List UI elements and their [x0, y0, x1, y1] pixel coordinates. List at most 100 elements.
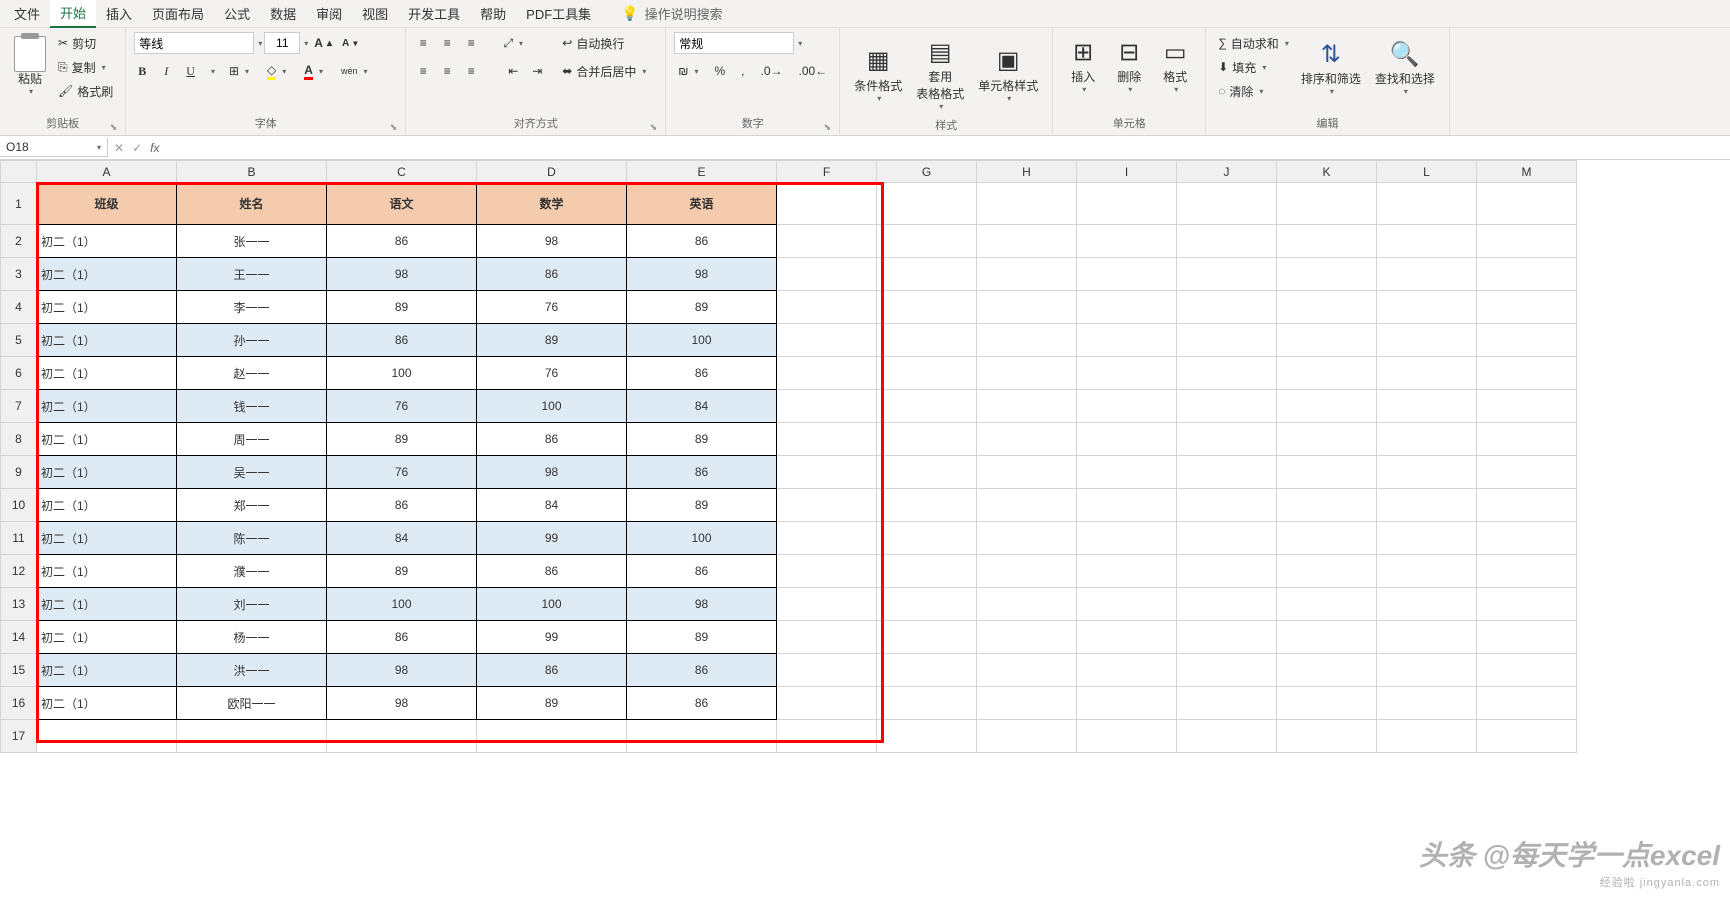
- cell[interactable]: 张一一: [177, 225, 327, 258]
- cell[interactable]: [1377, 621, 1477, 654]
- row-header[interactable]: 5: [1, 324, 37, 357]
- cell[interactable]: [977, 720, 1077, 753]
- cell[interactable]: 100: [627, 324, 777, 357]
- cell[interactable]: [1477, 423, 1577, 456]
- cell[interactable]: 初二（1）: [37, 555, 177, 588]
- cell[interactable]: [877, 225, 977, 258]
- cell[interactable]: 吴一一: [177, 456, 327, 489]
- cell[interactable]: 98: [327, 654, 477, 687]
- cell[interactable]: 初二（1）: [37, 423, 177, 456]
- currency-button[interactable]: ₪▾: [674, 60, 702, 82]
- cell[interactable]: 89: [477, 687, 627, 720]
- cell[interactable]: [777, 456, 877, 489]
- accept-formula-button[interactable]: ✓: [132, 141, 142, 155]
- align-top-button[interactable]: ≡: [414, 32, 432, 54]
- cell[interactable]: 赵一一: [177, 357, 327, 390]
- insert-cells-button[interactable]: ⊞ 插入▾: [1061, 32, 1105, 98]
- cell[interactable]: [1177, 324, 1277, 357]
- cell[interactable]: [477, 720, 627, 753]
- fx-button[interactable]: fx: [150, 141, 159, 155]
- cell[interactable]: [1477, 324, 1577, 357]
- column-header[interactable]: G: [877, 161, 977, 183]
- row-header[interactable]: 13: [1, 588, 37, 621]
- cell[interactable]: [1177, 555, 1277, 588]
- select-all-corner[interactable]: [1, 161, 37, 183]
- bold-button[interactable]: B: [134, 60, 150, 82]
- cell[interactable]: [1477, 687, 1577, 720]
- cell[interactable]: [1077, 183, 1177, 225]
- cell[interactable]: [1477, 588, 1577, 621]
- cell[interactable]: [1477, 522, 1577, 555]
- cell[interactable]: [1077, 687, 1177, 720]
- cell[interactable]: [1177, 183, 1277, 225]
- cell[interactable]: [977, 183, 1077, 225]
- cell[interactable]: [1077, 720, 1177, 753]
- cell[interactable]: 89: [327, 555, 477, 588]
- cut-button[interactable]: ✂剪切: [54, 32, 117, 54]
- cell[interactable]: [877, 357, 977, 390]
- spreadsheet-grid[interactable]: ABCDEFGHIJKLM1班级姓名语文数学英语2初二（1）张一一8698863…: [0, 160, 1577, 753]
- row-header[interactable]: 8: [1, 423, 37, 456]
- cell[interactable]: 刘一一: [177, 588, 327, 621]
- cell[interactable]: 76: [477, 357, 627, 390]
- cell[interactable]: 89: [627, 489, 777, 522]
- cell[interactable]: [877, 720, 977, 753]
- cell[interactable]: [877, 324, 977, 357]
- paste-button[interactable]: 粘贴 ▾: [8, 34, 52, 100]
- tab-home[interactable]: 开始: [50, 0, 96, 28]
- number-format-input[interactable]: [674, 32, 794, 54]
- cell[interactable]: [777, 225, 877, 258]
- fill-button[interactable]: ⬇填充▾: [1214, 56, 1293, 78]
- cell[interactable]: 100: [327, 588, 477, 621]
- cell[interactable]: 86: [477, 423, 627, 456]
- cell[interactable]: [1177, 654, 1277, 687]
- cell[interactable]: [877, 621, 977, 654]
- cell[interactable]: [877, 654, 977, 687]
- percent-button[interactable]: %: [710, 60, 729, 82]
- cell[interactable]: 初二（1）: [37, 687, 177, 720]
- cell[interactable]: [877, 687, 977, 720]
- increase-decimal-button[interactable]: .0→: [756, 60, 786, 82]
- cell[interactable]: 86: [327, 489, 477, 522]
- cell[interactable]: [1177, 357, 1277, 390]
- cell[interactable]: [777, 621, 877, 654]
- cell[interactable]: [977, 522, 1077, 555]
- cell[interactable]: [1277, 291, 1377, 324]
- cell[interactable]: [877, 183, 977, 225]
- cell[interactable]: [877, 555, 977, 588]
- cell[interactable]: [1277, 720, 1377, 753]
- cell[interactable]: [1177, 456, 1277, 489]
- cell[interactable]: 周一一: [177, 423, 327, 456]
- format-cells-button[interactable]: ▭ 格式▾: [1153, 32, 1197, 98]
- tell-me-search[interactable]: 💡 操作说明搜索: [621, 4, 722, 23]
- cell[interactable]: 李一一: [177, 291, 327, 324]
- cell[interactable]: 初二（1）: [37, 390, 177, 423]
- align-right-button[interactable]: ≡: [462, 60, 480, 82]
- column-header[interactable]: I: [1077, 161, 1177, 183]
- cell[interactable]: 王一一: [177, 258, 327, 291]
- cell[interactable]: [1177, 258, 1277, 291]
- align-bottom-button[interactable]: ≡: [462, 32, 480, 54]
- cell[interactable]: 86: [477, 555, 627, 588]
- increase-indent-button[interactable]: ⇥: [528, 60, 546, 82]
- cell[interactable]: [977, 291, 1077, 324]
- cell[interactable]: 初二（1）: [37, 522, 177, 555]
- cell[interactable]: [1377, 390, 1477, 423]
- cell[interactable]: [1477, 489, 1577, 522]
- cell[interactable]: 100: [477, 390, 627, 423]
- cell[interactable]: [977, 687, 1077, 720]
- chevron-down-icon[interactable]: ▾: [211, 67, 215, 76]
- cell[interactable]: [1177, 489, 1277, 522]
- row-header[interactable]: 3: [1, 258, 37, 291]
- pinyin-button[interactable]: wén▾: [337, 60, 372, 82]
- cell[interactable]: [1377, 489, 1477, 522]
- cell[interactable]: [1277, 654, 1377, 687]
- cell[interactable]: 数学: [477, 183, 627, 225]
- cell[interactable]: 89: [627, 291, 777, 324]
- cell[interactable]: 86: [627, 225, 777, 258]
- cell[interactable]: 98: [627, 258, 777, 291]
- fill-color-button[interactable]: ◇▾: [263, 60, 290, 82]
- cell[interactable]: [977, 456, 1077, 489]
- cell[interactable]: [177, 720, 327, 753]
- formula-input[interactable]: [165, 139, 1730, 157]
